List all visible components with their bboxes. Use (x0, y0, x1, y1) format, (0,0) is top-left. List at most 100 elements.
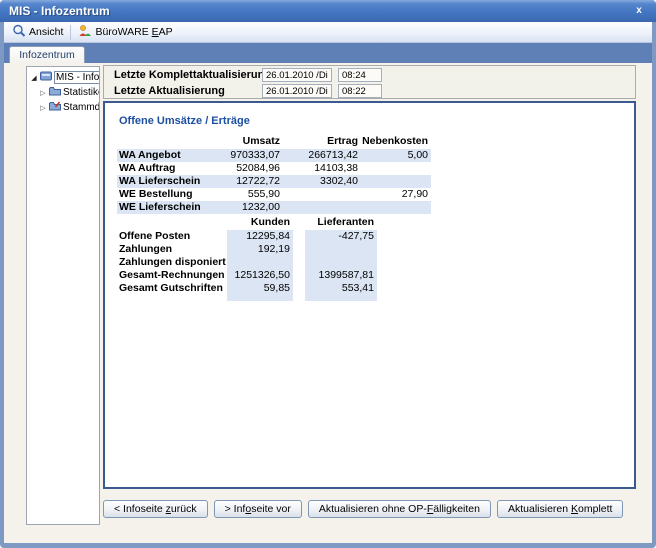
close-icon[interactable]: x (631, 3, 647, 18)
header-spacer (117, 134, 201, 149)
column-header-ertrag: Ertrag (283, 134, 361, 149)
kunden-value (227, 256, 293, 269)
column-gap (293, 295, 305, 301)
ertrag-value (283, 201, 361, 214)
folder-edit-icon (49, 101, 61, 114)
lieferanten-value: 553,41 (305, 282, 377, 295)
tree-item-label: Stammdaten (63, 102, 100, 113)
expander-expanded-icon[interactable]: ◢ (30, 74, 38, 82)
tab-strip: Infozentrum (4, 43, 652, 63)
row-label: WA Angebot (117, 149, 201, 162)
table-row: Gesamt-Rechnungen 1251326,50 1399587,81 (117, 269, 431, 282)
pad-kunden (227, 295, 293, 301)
lieferanten-value: -427,75 (305, 230, 377, 243)
column-header-umsatz: Umsatz (201, 134, 283, 149)
footer-buttons: < Infoseite zurück > Infoseite vor Aktua… (103, 500, 623, 518)
kunden-value: 12295,84 (227, 230, 293, 243)
tree-item-statistiken[interactable]: ▷ Statistiken (28, 85, 98, 100)
app-body: Ansicht BüroWARE EAP Infozentrum ◢ (4, 22, 652, 543)
title-bar[interactable]: MIS - Infozentrum x (0, 0, 656, 22)
row-label: WE Bestellung (117, 188, 201, 201)
view-magnifier-icon (12, 24, 26, 40)
last-update-row: Letzte Aktualisierung (104, 84, 635, 98)
column-header-nebenkosten: Nebenkosten (361, 134, 431, 149)
last-update-time-field[interactable] (338, 84, 382, 98)
table-row: Zahlungen 192,19 (117, 243, 431, 256)
infoseite-vor-button[interactable]: > Infoseite vor (214, 500, 302, 518)
expander-collapsed-icon[interactable]: ▷ (39, 89, 47, 97)
last-update-label: Letzte Aktualisierung (114, 85, 225, 97)
ertrag-value (283, 188, 361, 201)
pad-lieferanten (305, 295, 377, 301)
window-title: MIS - Infozentrum (9, 4, 110, 18)
last-full-update-date-field[interactable] (262, 68, 332, 82)
umsaetze-table: Umsatz Ertrag Nebenkosten WA Angebot 970… (117, 134, 431, 214)
report-panel: Offene Umsätze / Erträge Umsatz Ertrag N… (103, 101, 636, 489)
pad-spacer (117, 295, 227, 301)
table-row: Gesamt Gutschriften 59,85 553,41 (117, 282, 431, 295)
navigation-tree: ◢ MIS - Infozentrum ▷ Statistiken ▷ (26, 66, 100, 525)
last-full-update-label: Letzte Komplettaktualisierung (114, 69, 271, 81)
nebenkosten-value (361, 201, 431, 214)
tree-item-label: Statistiken (63, 87, 100, 98)
buroware-eap-button[interactable]: BüroWARE EAP (73, 24, 177, 41)
row-label: WA Auftrag (117, 162, 201, 175)
nebenkosten-value: 27,90 (361, 188, 431, 201)
ertrag-value: 266713,42 (283, 149, 361, 162)
column-gap (293, 269, 305, 282)
posten-table: Kunden Lieferanten Offene Posten 12295,8… (117, 215, 431, 301)
column-gap (293, 230, 305, 243)
umsatz-value: 12722,72 (201, 175, 283, 188)
row-label: Zahlungen (117, 243, 227, 256)
umsatz-value: 555,90 (201, 188, 283, 201)
column-gap (293, 282, 305, 295)
last-update-date-field[interactable] (262, 84, 332, 98)
row-label: WA Lieferschein (117, 175, 201, 188)
last-update-box: Letzte Komplettaktualisierung Letzte Akt… (103, 65, 636, 99)
table-row: WA Auftrag 52084,96 14103,38 (117, 162, 431, 175)
row-label: Offene Posten (117, 230, 227, 243)
nebenkosten-value (361, 162, 431, 175)
table-row: Offene Posten 12295,84 -427,75 (117, 230, 431, 243)
table-pad-row (117, 295, 431, 301)
lieferanten-value: 1399587,81 (305, 269, 377, 282)
umsatz-value: 970333,07 (201, 149, 283, 162)
kunden-value: 1251326,50 (227, 269, 293, 282)
report-title: Offene Umsätze / Erträge (119, 115, 250, 127)
ertrag-value: 3302,40 (283, 175, 361, 188)
toolbar-separator (70, 25, 71, 40)
lieferanten-value (305, 256, 377, 269)
tree-item-infozentrum[interactable]: ◢ MIS - Infozentrum (28, 70, 98, 85)
table-header-row: Kunden Lieferanten (117, 215, 431, 230)
kunden-value: 59,85 (227, 282, 293, 295)
lieferanten-value (305, 243, 377, 256)
last-full-update-time-field[interactable] (338, 68, 382, 82)
tab-infozentrum[interactable]: Infozentrum (9, 46, 85, 63)
ansicht-button[interactable]: Ansicht (7, 24, 68, 41)
column-gap (293, 256, 305, 269)
expander-collapsed-icon[interactable]: ▷ (39, 104, 47, 112)
row-label: Zahlungen disponiert (117, 256, 227, 269)
aktualisieren-ohne-op-button[interactable]: Aktualisieren ohne OP-Fälligkeiten (308, 500, 491, 518)
header-spacer (117, 215, 227, 230)
tree-item-stammdaten[interactable]: ▷ Stammdaten (28, 100, 98, 115)
table-header-row: Umsatz Ertrag Nebenkosten (117, 134, 431, 149)
column-header-kunden: Kunden (227, 215, 293, 230)
column-gap (293, 243, 305, 256)
toolbar: Ansicht BüroWARE EAP (4, 22, 652, 43)
umsatz-value: 52084,96 (201, 162, 283, 175)
infoseite-zurueck-button[interactable]: < Infoseite zurück (103, 500, 208, 518)
nebenkosten-value: 5,00 (361, 149, 431, 162)
column-gap (293, 215, 305, 230)
column-header-lieferanten: Lieferanten (305, 215, 377, 230)
table-row: WA Angebot 970333,07 266713,42 5,00 (117, 149, 431, 162)
folder-icon (49, 86, 61, 99)
row-label: Gesamt Gutschriften (117, 282, 227, 295)
tree-item-label: MIS - Infozentrum (54, 71, 100, 84)
ansicht-label: Ansicht (29, 26, 63, 38)
aktualisieren-komplett-button[interactable]: Aktualisieren Komplett (497, 500, 623, 518)
last-full-update-row: Letzte Komplettaktualisierung (104, 68, 635, 82)
table-row: WE Bestellung 555,90 27,90 (117, 188, 431, 201)
table-row: Zahlungen disponiert (117, 256, 431, 269)
content-area: ◢ MIS - Infozentrum ▷ Statistiken ▷ (4, 63, 652, 543)
